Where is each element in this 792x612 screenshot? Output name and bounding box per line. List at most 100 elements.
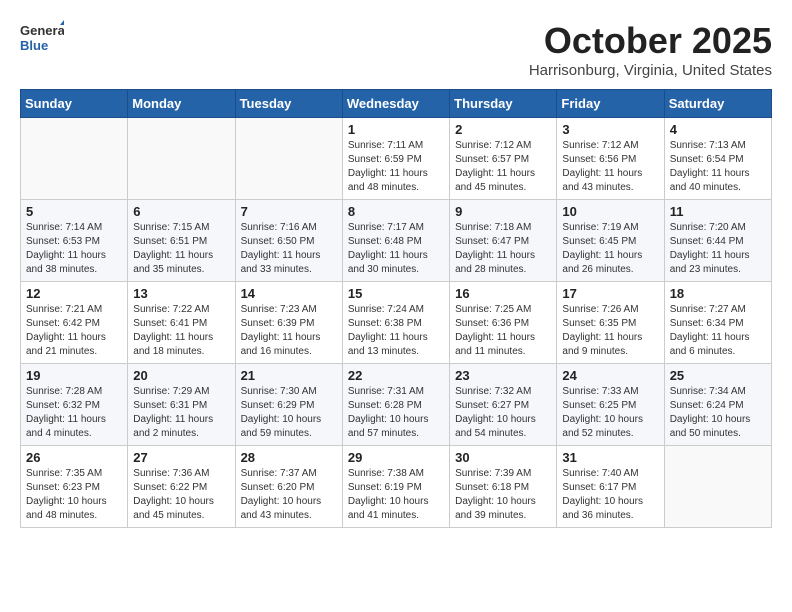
day-number: 24 [562,368,658,383]
day-info: Sunrise: 7:36 AM Sunset: 6:22 PM Dayligh… [133,467,229,523]
day-info: Sunrise: 7:29 AM Sunset: 6:31 PM Dayligh… [133,385,229,441]
calendar-cell: 6Sunrise: 7:15 AM Sunset: 6:51 PM Daylig… [128,200,235,282]
calendar-cell [664,446,771,528]
day-number: 15 [348,286,444,301]
day-info: Sunrise: 7:39 AM Sunset: 6:18 PM Dayligh… [455,467,551,523]
calendar-cell: 26 Sunrise: 7:35 AM Sunset: 6:23 PM Dayli… [21,446,128,528]
calendar-week-row: 12 Sunrise: 7:21 AM Sunset: 6:42 PM Dayli… [21,282,772,364]
month-title: October 2025 [529,20,772,62]
calendar-cell: 19 Sunrise: 7:28 AM Sunset: 6:32 PM Dayli… [21,364,128,446]
day-info: Sunrise: 7:24 AM Sunset: 6:38 PM Dayligh… [348,303,444,359]
calendar-cell: 15 Sunrise: 7:24 AM Sunset: 6:38 PM Dayli… [342,282,449,364]
calendar-cell: 27 Sunrise: 7:36 AM Sunset: 6:22 PM Dayli… [128,446,235,528]
calendar-cell: 8 Sunrise: 7:17 AM Sunset: 6:48 PM Daylig… [342,200,449,282]
calendar-week-row: 26 Sunrise: 7:35 AM Sunset: 6:23 PM Dayli… [21,446,772,528]
day-info: Sunrise: 7:13 AM Sunset: 6:54 PM Dayligh… [670,139,766,195]
day-number: 30 [455,450,551,465]
calendar-cell: 28Sunrise: 7:37 AM Sunset: 6:20 PM Dayli… [235,446,342,528]
calendar-cell: 21Sunrise: 7:30 AM Sunset: 6:29 PM Dayli… [235,364,342,446]
calendar-cell: 9 Sunrise: 7:18 AM Sunset: 6:47 PM Daylig… [450,200,557,282]
day-info: Sunrise: 7:14 AM Sunset: 6:53 PM Dayligh… [26,221,122,277]
day-number: 7 [241,204,337,219]
svg-text:Blue: Blue [20,38,48,53]
calendar-cell: 23 Sunrise: 7:32 AM Sunset: 6:27 PM Dayli… [450,364,557,446]
day-info: Sunrise: 7:26 AM Sunset: 6:35 PM Dayligh… [562,303,658,359]
day-info: Sunrise: 7:38 AM Sunset: 6:19 PM Dayligh… [348,467,444,523]
weekday-header: Sunday [21,90,128,118]
day-info: Sunrise: 7:18 AM Sunset: 6:47 PM Dayligh… [455,221,551,277]
day-info: Sunrise: 7:33 AM Sunset: 6:25 PM Dayligh… [562,385,658,441]
calendar-cell [21,118,128,200]
calendar-cell: 25 Sunrise: 7:34 AM Sunset: 6:24 PM Dayli… [664,364,771,446]
calendar-cell: 11Sunrise: 7:20 AM Sunset: 6:44 PM Dayli… [664,200,771,282]
day-info: Sunrise: 7:25 AM Sunset: 6:36 PM Dayligh… [455,303,551,359]
day-number: 25 [670,368,766,383]
day-number: 5 [26,204,122,219]
day-number: 4 [670,122,766,137]
logo-svg: General Blue [20,20,64,56]
day-info: Sunrise: 7:35 AM Sunset: 6:23 PM Dayligh… [26,467,122,523]
day-number: 17 [562,286,658,301]
page-header: General Blue October 2025 Harrisonburg, … [20,20,772,79]
day-number: 22 [348,368,444,383]
calendar-table: SundayMondayTuesdayWednesdayThursdayFrid… [20,89,772,528]
calendar-cell: 17 Sunrise: 7:26 AM Sunset: 6:35 PM Dayli… [557,282,664,364]
day-info: Sunrise: 7:12 AM Sunset: 6:56 PM Dayligh… [562,139,658,195]
logo: General Blue [20,20,64,56]
day-info: Sunrise: 7:34 AM Sunset: 6:24 PM Dayligh… [670,385,766,441]
weekday-header: Monday [128,90,235,118]
day-info: Sunrise: 7:20 AM Sunset: 6:44 PM Dayligh… [670,221,766,277]
day-number: 12 [26,286,122,301]
calendar-cell: 10 Sunrise: 7:19 AM Sunset: 6:45 PM Dayli… [557,200,664,282]
day-number: 3 [562,122,658,137]
day-number: 31 [562,450,658,465]
calendar-cell: 2 Sunrise: 7:12 AM Sunset: 6:57 PM Daylig… [450,118,557,200]
calendar-cell: 3 Sunrise: 7:12 AM Sunset: 6:56 PM Daylig… [557,118,664,200]
day-info: Sunrise: 7:17 AM Sunset: 6:48 PM Dayligh… [348,221,444,277]
day-number: 8 [348,204,444,219]
day-info: Sunrise: 7:12 AM Sunset: 6:57 PM Dayligh… [455,139,551,195]
weekday-header: Tuesday [235,90,342,118]
day-info: Sunrise: 7:31 AM Sunset: 6:28 PM Dayligh… [348,385,444,441]
day-info: Sunrise: 7:11 AM Sunset: 6:59 PM Dayligh… [348,139,444,195]
calendar-cell: 20 Sunrise: 7:29 AM Sunset: 6:31 PM Dayli… [128,364,235,446]
day-number: 19 [26,368,122,383]
calendar-week-row: 5 Sunrise: 7:14 AM Sunset: 6:53 PM Daylig… [21,200,772,282]
day-number: 29 [348,450,444,465]
day-info: Sunrise: 7:27 AM Sunset: 6:34 PM Dayligh… [670,303,766,359]
day-number: 23 [455,368,551,383]
day-number: 20 [133,368,229,383]
calendar-cell: 18 Sunrise: 7:27 AM Sunset: 6:34 PM Dayli… [664,282,771,364]
calendar-cell: 5 Sunrise: 7:14 AM Sunset: 6:53 PM Daylig… [21,200,128,282]
day-number: 14 [241,286,337,301]
day-number: 28 [241,450,337,465]
day-info: Sunrise: 7:28 AM Sunset: 6:32 PM Dayligh… [26,385,122,441]
day-info: Sunrise: 7:32 AM Sunset: 6:27 PM Dayligh… [455,385,551,441]
calendar-cell: 30 Sunrise: 7:39 AM Sunset: 6:18 PM Dayli… [450,446,557,528]
day-info: Sunrise: 7:40 AM Sunset: 6:17 PM Dayligh… [562,467,658,523]
calendar-cell: 31 Sunrise: 7:40 AM Sunset: 6:17 PM Dayli… [557,446,664,528]
day-info: Sunrise: 7:16 AM Sunset: 6:50 PM Dayligh… [241,221,337,277]
calendar-cell: 22 Sunrise: 7:31 AM Sunset: 6:28 PM Dayli… [342,364,449,446]
location-title: Harrisonburg, Virginia, United States [529,62,772,79]
day-info: Sunrise: 7:21 AM Sunset: 6:42 PM Dayligh… [26,303,122,359]
day-number: 16 [455,286,551,301]
weekday-header: Wednesday [342,90,449,118]
svg-text:General: General [20,23,64,38]
day-info: Sunrise: 7:19 AM Sunset: 6:45 PM Dayligh… [562,221,658,277]
day-number: 18 [670,286,766,301]
day-number: 27 [133,450,229,465]
weekday-header: Saturday [664,90,771,118]
day-info: Sunrise: 7:23 AM Sunset: 6:39 PM Dayligh… [241,303,337,359]
day-number: 10 [562,204,658,219]
day-number: 9 [455,204,551,219]
calendar-cell: 13Sunrise: 7:22 AM Sunset: 6:41 PM Dayli… [128,282,235,364]
day-number: 21 [241,368,337,383]
calendar-cell: 4 Sunrise: 7:13 AM Sunset: 6:54 PM Daylig… [664,118,771,200]
day-number: 1 [348,122,444,137]
calendar-cell: 7 Sunrise: 7:16 AM Sunset: 6:50 PM Daylig… [235,200,342,282]
day-info: Sunrise: 7:22 AM Sunset: 6:41 PM Dayligh… [133,303,229,359]
calendar-cell [128,118,235,200]
day-number: 2 [455,122,551,137]
day-number: 26 [26,450,122,465]
